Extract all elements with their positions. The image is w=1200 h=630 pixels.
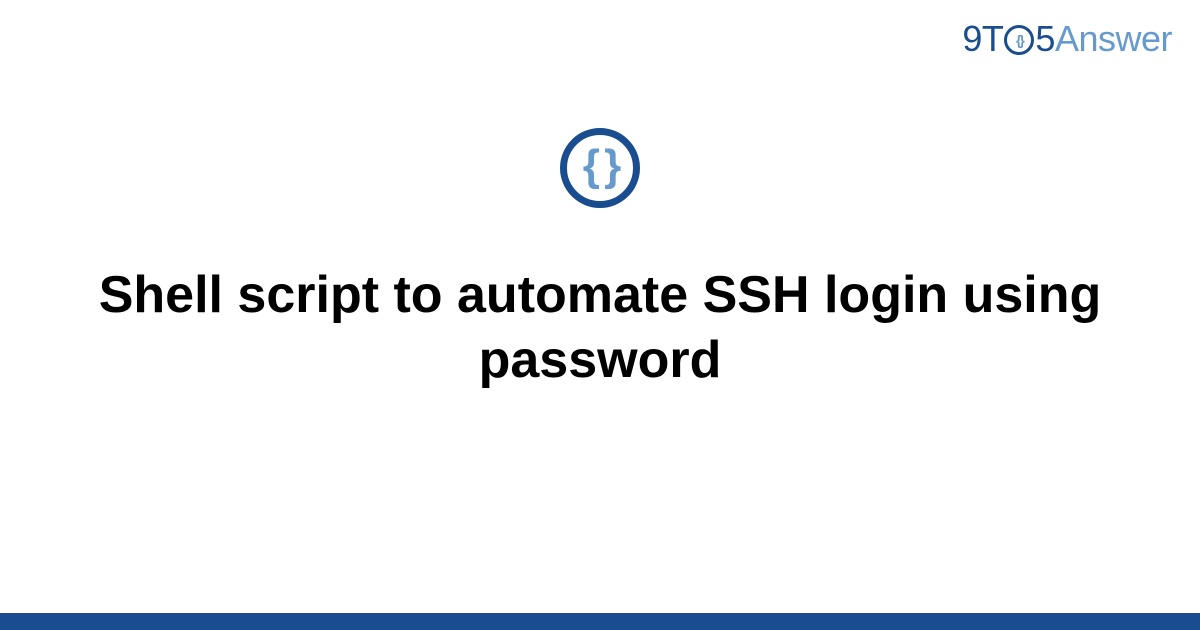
footer-accent-bar <box>0 613 1200 630</box>
site-logo: 9T {} 5 Answer <box>962 18 1172 60</box>
logo-text-9t: 9T <box>962 18 1003 60</box>
code-braces-icon: { } <box>560 128 640 208</box>
logo-braces-small: {} <box>1016 33 1023 47</box>
page-title: Shell script to automate SSH login using… <box>0 263 1200 393</box>
logo-text-5: 5 <box>1035 18 1055 60</box>
logo-text-answer: Answer <box>1055 18 1172 60</box>
logo-circle-icon: {} <box>1004 25 1034 55</box>
braces-glyph: { } <box>583 144 617 188</box>
